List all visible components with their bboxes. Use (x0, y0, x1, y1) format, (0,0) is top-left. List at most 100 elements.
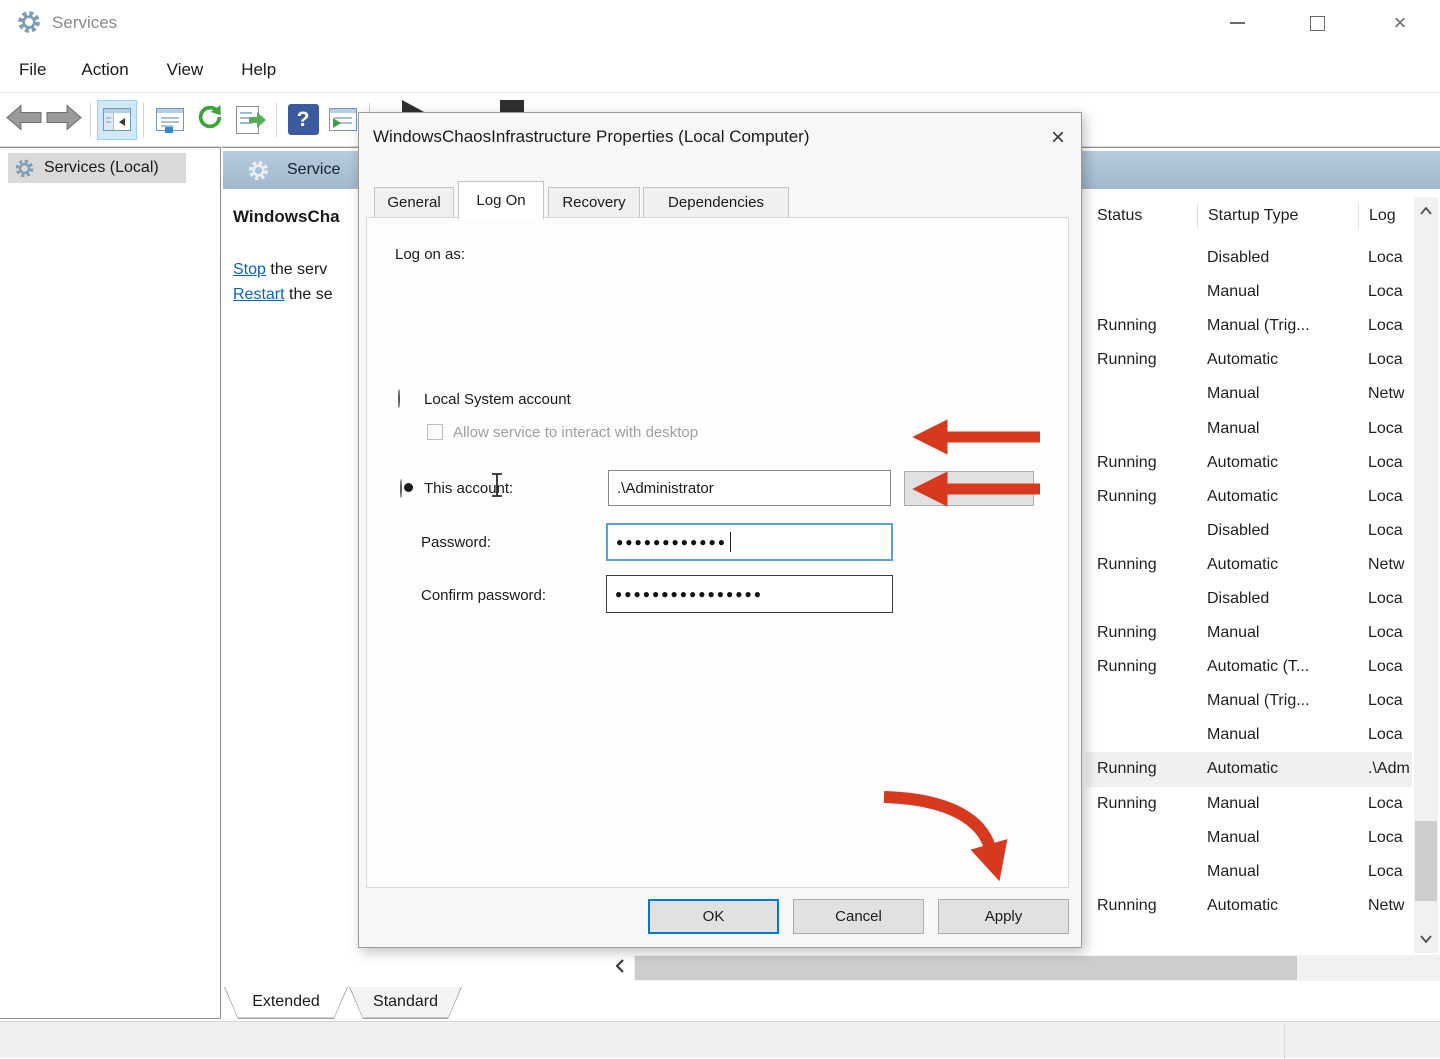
confirm-password-input[interactable]: ●●●●●●●●●●●●●●●● (606, 575, 893, 613)
row-status: Running (1086, 795, 1197, 813)
column-header-status[interactable]: Status (1086, 203, 1197, 229)
table-row[interactable]: Running Manual Loca (1086, 787, 1412, 821)
table-row[interactable]: Manual Loca (1086, 718, 1412, 752)
table-row[interactable]: Running Automatic Loca (1086, 343, 1412, 377)
export-list-button[interactable] (230, 100, 270, 140)
help-button[interactable]: ? (283, 100, 323, 140)
sidebar-item-services-local[interactable]: Services (Local) (8, 153, 186, 183)
browse-button[interactable]: Browse... (904, 471, 1034, 506)
local-system-radio[interactable] (398, 389, 400, 408)
table-row[interactable]: Disabled Loca (1086, 582, 1412, 616)
show-console-tree-button[interactable] (97, 100, 137, 140)
row-startup-type: Manual (Trig... (1197, 317, 1358, 335)
local-system-label: Local System account (424, 391, 571, 408)
password-input[interactable]: ●●●●●●●●●●●● (606, 523, 893, 561)
text-caret (730, 532, 732, 552)
properties-button[interactable] (150, 100, 190, 140)
row-startup-type: Disabled (1197, 249, 1358, 267)
browse-button-label: Browse... (938, 480, 1001, 497)
tab-dependencies[interactable]: Dependencies (643, 187, 789, 218)
show-window-icon (329, 108, 357, 131)
dialog-close-button[interactable]: × (1039, 121, 1077, 155)
account-input[interactable]: .\Administrator (608, 470, 891, 506)
table-row[interactable]: Disabled Loca (1086, 514, 1412, 548)
menu-action[interactable]: Action (77, 60, 132, 80)
interact-desktop-label: Allow service to interact with desktop (453, 424, 698, 441)
restart-link-rest: the se (285, 286, 333, 303)
table-row[interactable]: Manual Loca (1086, 821, 1412, 855)
horizontal-scrollbar[interactable] (606, 955, 1440, 981)
apply-button[interactable]: Apply (938, 899, 1069, 934)
vertical-scroll-thumb[interactable] (1415, 821, 1437, 901)
tab-log-on-label: Log On (476, 192, 525, 209)
scroll-up-button[interactable] (1414, 197, 1438, 225)
forward-button[interactable] (44, 100, 84, 140)
chevron-down-icon (1420, 930, 1432, 948)
selected-service-name: WindowsCha (233, 207, 358, 227)
stop-link-rest: the serv (266, 261, 327, 278)
column-header-startup-type[interactable]: Startup Type (1197, 203, 1358, 229)
cancel-button[interactable]: Cancel (793, 899, 924, 934)
this-account-radio[interactable] (400, 479, 402, 498)
restart-service-link[interactable]: Restart (233, 286, 285, 303)
horizontal-scroll-thumb[interactable] (635, 956, 1297, 980)
show-console-tree-icon (103, 108, 131, 131)
show-window-button[interactable] (323, 100, 363, 140)
tab-log-on[interactable]: Log On (458, 181, 544, 219)
tab-extended-label: Extended (252, 993, 320, 1011)
row-startup-type: Automatic (T... (1197, 658, 1358, 676)
table-row[interactable]: Manual Loca (1086, 855, 1412, 889)
tab-recovery[interactable]: Recovery (548, 187, 640, 218)
minimize-button[interactable] (1215, 6, 1259, 40)
password-label: Password: (421, 534, 491, 551)
password-value: ●●●●●●●●●●●● (616, 535, 727, 549)
table-row[interactable]: Running Automatic (T... Loca (1086, 650, 1412, 684)
tab-extended[interactable]: Extended (224, 987, 348, 1019)
table-row[interactable]: Manual Loca (1086, 275, 1412, 309)
column-header-log-on[interactable]: Log (1358, 203, 1412, 229)
app-gear-icon (16, 9, 42, 40)
menu-file[interactable]: File (15, 60, 50, 80)
close-button[interactable]: × (1378, 6, 1422, 40)
interact-desktop-checkbox[interactable] (427, 424, 443, 440)
row-log-on-as: .\Adm (1358, 760, 1412, 778)
menu-help[interactable]: Help (237, 60, 280, 80)
tab-standard[interactable]: Standard (349, 987, 462, 1019)
table-row[interactable]: Disabled Loca (1086, 241, 1412, 275)
row-status: Running (1086, 317, 1197, 335)
table-row[interactable]: Manual (Trig... Loca (1086, 684, 1412, 718)
ok-button[interactable]: OK (648, 899, 779, 934)
log-on-tab-page: Log on as: Local System account Allow se… (366, 217, 1069, 888)
window-title: Services (52, 13, 117, 33)
screen: { "window": { "title": "Services" }, "me… (0, 0, 1440, 1058)
maximize-button[interactable] (1295, 6, 1339, 40)
table-row[interactable]: Running Automatic Netw (1086, 548, 1412, 582)
row-status: Running (1086, 624, 1197, 642)
table-row[interactable]: Manual Netw (1086, 377, 1412, 411)
scroll-left-button[interactable] (606, 955, 634, 981)
tab-general[interactable]: General (374, 187, 454, 218)
services-gear-icon (14, 158, 35, 179)
vertical-scrollbar[interactable] (1414, 197, 1438, 953)
row-log-on-as: Loca (1358, 829, 1412, 847)
row-startup-type: Disabled (1197, 522, 1358, 540)
table-row[interactable]: Running Automatic Loca (1086, 480, 1412, 514)
table-row[interactable]: Running Automatic Loca (1086, 446, 1412, 480)
cancel-button-label: Cancel (835, 908, 882, 925)
table-row[interactable]: Running Automatic .\Adm (1086, 752, 1412, 786)
refresh-button[interactable] (190, 100, 230, 140)
stop-service-link[interactable]: Stop (233, 261, 266, 278)
table-row[interactable]: Running Manual (Trig... Loca (1086, 309, 1412, 343)
row-startup-type: Manual (1197, 385, 1358, 403)
back-button[interactable] (4, 100, 44, 140)
scroll-down-button[interactable] (1414, 925, 1438, 953)
row-log-on-as: Loca (1358, 624, 1412, 642)
row-status: Running (1086, 454, 1197, 472)
table-row[interactable]: Manual Loca (1086, 411, 1412, 445)
row-log-on-as: Loca (1358, 351, 1412, 369)
menu-view[interactable]: View (163, 60, 208, 80)
row-startup-type: Automatic (1197, 760, 1358, 778)
table-row[interactable]: Running Manual Loca (1086, 616, 1412, 650)
confirm-password-label: Confirm password: (421, 587, 546, 604)
table-row[interactable]: Running Automatic Netw (1086, 889, 1412, 923)
